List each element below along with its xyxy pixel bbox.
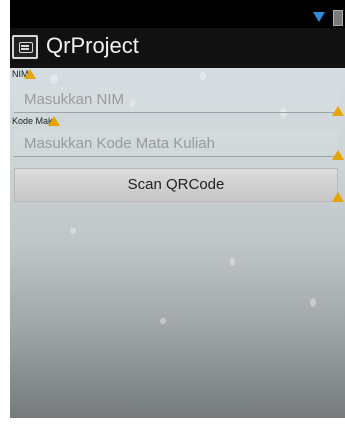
app-title: QrProject	[46, 33, 139, 58]
scan-qrcode-button[interactable]: Scan QRCode	[14, 168, 338, 202]
phone-screen: QrProject NIM Kode Mak Scan QRCode	[10, 0, 345, 418]
kode-mk-input[interactable]	[14, 130, 338, 156]
action-bar: QrProject	[10, 28, 345, 68]
nim-label-warning-icon	[24, 69, 36, 79]
nim-field[interactable]	[14, 86, 338, 113]
status-bar	[10, 0, 345, 28]
chat-bubble-icon	[12, 35, 38, 59]
nim-field-warning-icon	[332, 106, 344, 116]
scan-button-warning-icon	[332, 192, 344, 202]
wifi-icon	[313, 12, 325, 22]
kode-mk-label-warning-icon	[48, 116, 60, 126]
battery-icon	[333, 10, 343, 26]
nim-input[interactable]	[14, 86, 338, 112]
kode-mk-field-warning-icon	[332, 150, 344, 160]
form-area: NIM Kode Mak Scan QRCode	[10, 68, 345, 418]
kode-mk-field[interactable]	[14, 130, 338, 157]
kode-mk-label: Kode Mak	[12, 116, 53, 126]
